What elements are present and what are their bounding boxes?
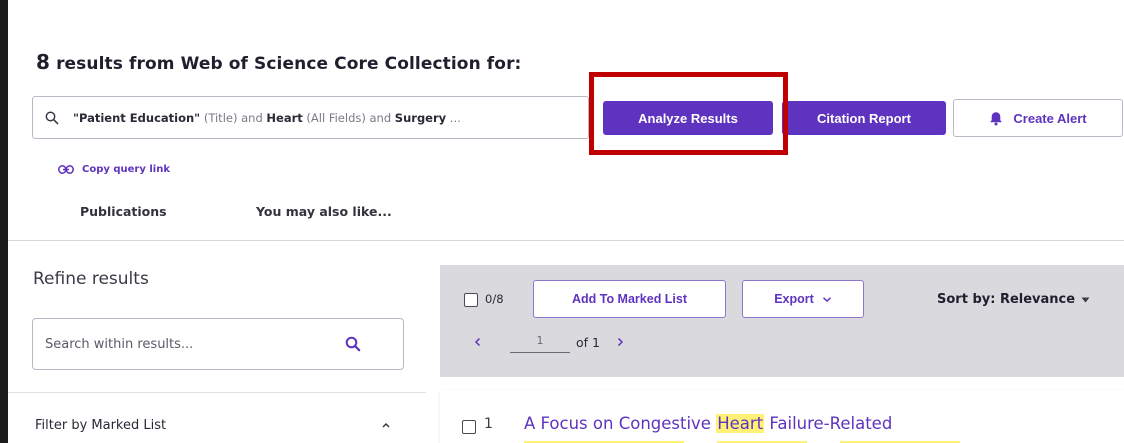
search-within-results[interactable]: Search within results... [32,318,404,370]
section-divider [8,240,1124,241]
search-within-input[interactable]: Search within results... [45,337,341,352]
add-to-marked-list-button[interactable]: Add To Marked List [533,280,726,318]
query-summary-box[interactable]: "Patient Education" (Title) and Heart (A… [32,96,589,139]
result-number: 1 [484,416,493,432]
tab-publications[interactable]: Publications [80,204,167,219]
tab-you-may-also-like[interactable]: You may also like... [256,204,392,219]
copy-query-link-label: Copy query link [82,164,170,175]
results-toolbar: 0/8 Add To Marked List Export Sort by: R… [440,265,1124,377]
query-term-2: Heart [266,110,303,125]
result-title-link[interactable]: A Focus on Congestive Heart Failure-Rela… [524,414,892,433]
bell-icon [989,111,1003,126]
query-term-3: Surgery [394,110,447,125]
result-title-second-line [524,438,988,443]
caret-down-icon [1081,297,1090,303]
citation-report-button[interactable]: Citation Report [782,101,946,135]
export-label: Export [774,292,814,306]
export-button[interactable]: Export [742,280,864,318]
pagination: 1 of 1 [474,331,624,353]
sort-label: Sort by: Relevance [937,292,1076,307]
chevron-up-icon[interactable] [380,421,392,429]
page-number-input[interactable]: 1 [510,331,570,353]
refine-results-title: Refine results [33,269,149,289]
results-headline-text: results from Web of Science Core Collect… [56,54,522,74]
filter-by-marked-list[interactable]: Filter by Marked List [35,418,166,433]
sidebar-divider [8,392,426,393]
selected-count: 0/8 [485,292,504,306]
chevron-down-icon [822,296,832,303]
result-checkbox[interactable] [462,420,476,434]
select-all-checkbox[interactable] [464,293,478,307]
query-field-1: (Title) and [203,110,263,125]
next-page-icon[interactable] [616,337,624,347]
page-of-label: of 1 [576,334,600,350]
query-field-2: (All Fields) and [306,110,392,125]
copy-query-link[interactable]: Copy query link [58,164,170,175]
result-count: 8 [36,50,51,74]
previous-page-icon[interactable] [474,337,482,347]
left-border [0,0,8,443]
sort-dropdown[interactable]: Sort by: Relevance [937,292,1090,307]
create-alert-button[interactable]: Create Alert [953,99,1123,137]
query-ellipsis: ... [449,110,461,125]
query-term-1: "Patient Education" [73,110,201,125]
search-icon[interactable] [341,332,365,356]
link-icon [58,165,74,174]
results-headline: 8 results from Web of Science Core Colle… [36,50,521,74]
annotation-highlight-box [589,72,788,155]
search-icon [45,108,65,128]
result-title-end: Failure-Related [764,414,893,433]
result-title-start: A Focus on Congestive [524,414,717,433]
query-text: "Patient Education" (Title) and Heart (A… [73,111,461,125]
result-title-highlight: Heart [716,414,765,433]
result-item: 1 A Focus on Congestive Heart Failure-Re… [440,390,1124,443]
create-alert-label: Create Alert [1013,110,1087,126]
